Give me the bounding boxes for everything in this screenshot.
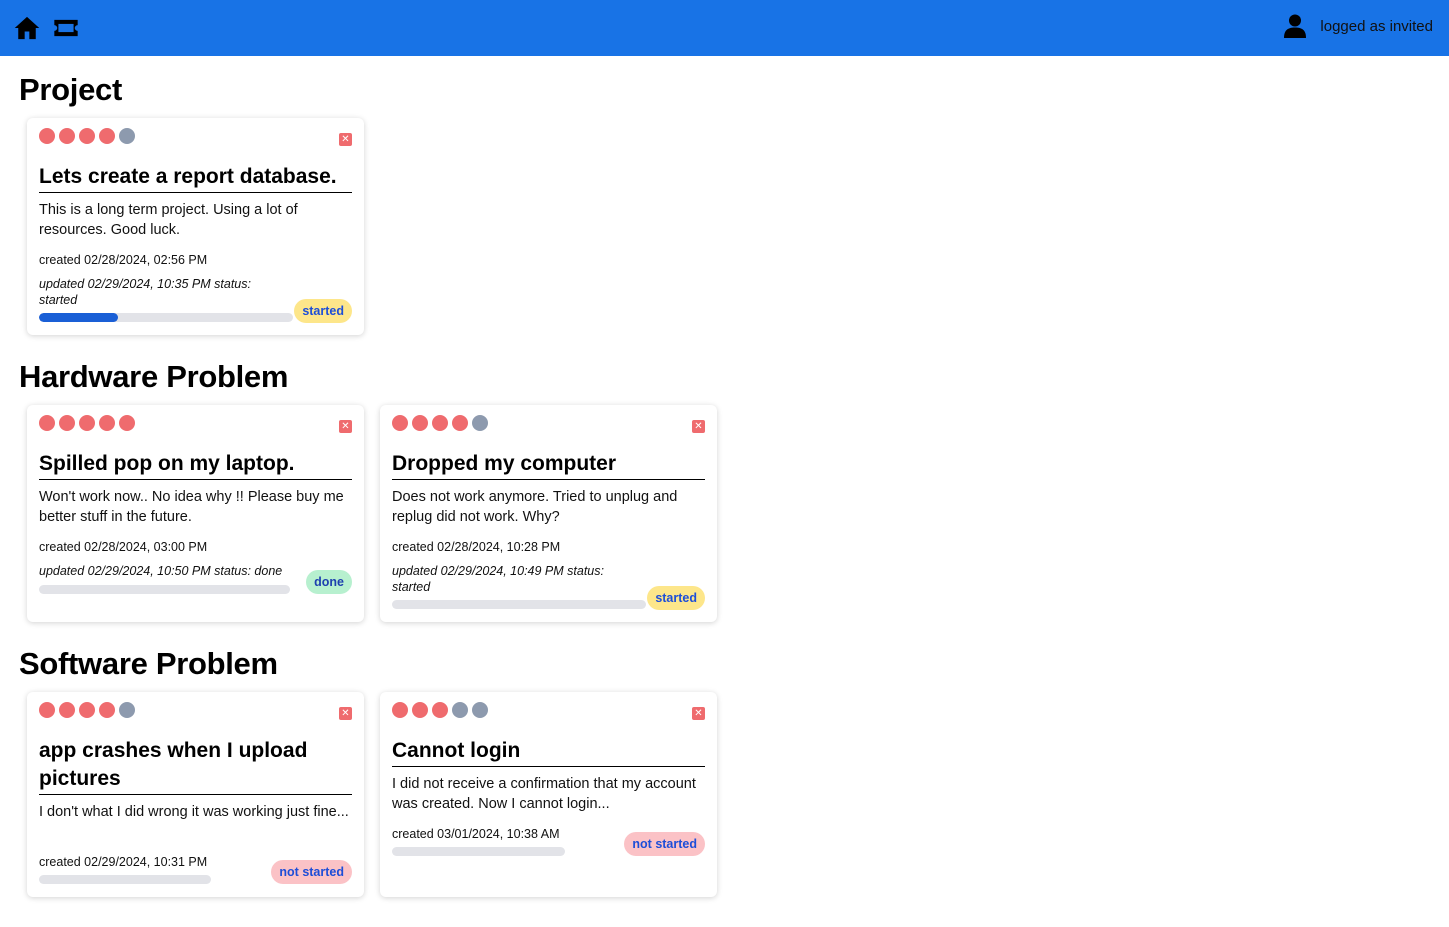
created-date: created 02/28/2024, 02:56 PM xyxy=(39,253,208,267)
rating-dot-empty xyxy=(119,128,135,144)
rating-dot-empty xyxy=(472,702,488,718)
rating-dot-filled xyxy=(119,415,135,431)
updated-date: updated 02/29/2024, 10:35 PM status: sta… xyxy=(39,277,251,307)
rating-dot-filled xyxy=(79,415,95,431)
section-title-software: Software Problem xyxy=(19,646,278,681)
created-date: created 02/29/2024, 10:31 PM xyxy=(39,855,208,869)
priority-rating xyxy=(392,415,488,431)
rating-dot-filled xyxy=(99,128,115,144)
rating-dot-filled xyxy=(412,415,428,431)
user-icon xyxy=(1284,14,1307,38)
rating-dot-filled xyxy=(99,702,115,718)
ticket-description: Does not work anymore. Tried to unplug a… xyxy=(392,489,678,525)
ticket-icon[interactable] xyxy=(52,14,80,42)
created-date: created 03/01/2024, 10:38 AM xyxy=(392,827,560,841)
section-title-hardware: Hardware Problem xyxy=(19,359,289,394)
rating-dot-empty xyxy=(472,415,488,431)
ticket-description: Won't work now.. No idea why !! Please b… xyxy=(39,489,344,525)
progress-bar xyxy=(39,585,290,594)
section-title-project: Project xyxy=(19,72,122,107)
priority-rating xyxy=(392,702,488,718)
updated-date: updated 02/29/2024, 10:50 PM status: don… xyxy=(39,564,283,578)
ticket-card[interactable]: ✕ app crashes when I upload pictures I d… xyxy=(27,692,364,897)
rating-dot-empty xyxy=(452,702,468,718)
rating-dot-filled xyxy=(392,702,408,718)
priority-rating xyxy=(39,415,135,431)
status-badge: done xyxy=(306,570,352,594)
ticket-card[interactable]: ✕ Lets create a report database. This is… xyxy=(27,118,364,335)
rating-dot-filled xyxy=(452,415,468,431)
rating-dot-filled xyxy=(59,702,75,718)
rating-dot-filled xyxy=(99,415,115,431)
home-icon[interactable] xyxy=(13,14,41,42)
rating-dot-filled xyxy=(432,415,448,431)
rating-dot-filled xyxy=(79,128,95,144)
rating-dot-filled xyxy=(39,702,55,718)
progress-bar xyxy=(39,875,211,884)
status-badge: started xyxy=(294,299,352,323)
delete-button[interactable]: ✕ xyxy=(339,707,352,720)
rating-dot-filled xyxy=(59,415,75,431)
progress-fill xyxy=(39,313,118,322)
ticket-card[interactable]: ✕ Dropped my computer Does not work anym… xyxy=(380,405,717,622)
priority-rating xyxy=(39,128,135,144)
ticket-description: This is a long term project. Using a lot… xyxy=(39,202,298,238)
rating-dot-filled xyxy=(39,415,55,431)
ticket-title: Dropped my computer xyxy=(392,450,705,480)
rating-dot-empty xyxy=(119,702,135,718)
ticket-description: I don't what I did wrong it was working … xyxy=(39,804,349,820)
ticket-title: Cannot login xyxy=(392,737,705,767)
created-date: created 02/28/2024, 03:00 PM xyxy=(39,540,208,554)
ticket-card[interactable]: ✕ Cannot login I did not receive a confi… xyxy=(380,692,717,897)
rating-dot-filled xyxy=(79,702,95,718)
ticket-title: Lets create a report database. xyxy=(39,163,352,193)
rating-dot-filled xyxy=(39,128,55,144)
updated-date: updated 02/29/2024, 10:49 PM status: sta… xyxy=(392,564,604,594)
ticket-description: I did not receive a confirmation that my… xyxy=(392,776,696,812)
rating-dot-filled xyxy=(412,702,428,718)
priority-rating xyxy=(39,702,135,718)
user-status-text: logged as invited xyxy=(1320,17,1433,35)
rating-dot-filled xyxy=(392,415,408,431)
user-menu[interactable]: logged as invited xyxy=(1284,14,1433,38)
status-badge: not started xyxy=(271,860,352,884)
delete-button[interactable]: ✕ xyxy=(692,707,705,720)
status-badge: not started xyxy=(624,832,705,856)
rating-dot-filled xyxy=(432,702,448,718)
progress-bar xyxy=(392,847,565,856)
delete-button[interactable]: ✕ xyxy=(339,420,352,433)
progress-bar xyxy=(392,600,646,609)
progress-bar xyxy=(39,313,293,322)
delete-button[interactable]: ✕ xyxy=(692,420,705,433)
rating-dot-filled xyxy=(59,128,75,144)
ticket-title: Spilled pop on my laptop. xyxy=(39,450,352,480)
top-navbar: logged as invited xyxy=(0,0,1449,56)
status-badge: started xyxy=(647,586,705,610)
created-date: created 02/28/2024, 10:28 PM xyxy=(392,540,561,554)
delete-button[interactable]: ✕ xyxy=(339,133,352,146)
ticket-card[interactable]: ✕ Spilled pop on my laptop. Won't work n… xyxy=(27,405,364,622)
ticket-title: app crashes when I upload pictures xyxy=(39,737,352,795)
